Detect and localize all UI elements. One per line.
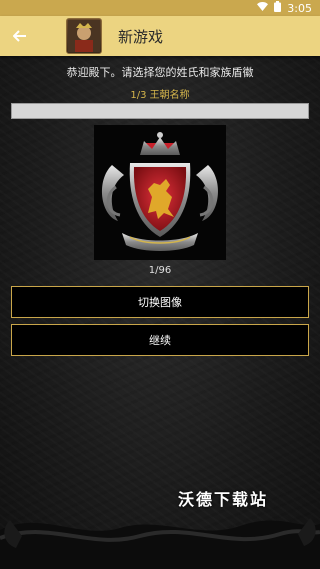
page-title: 新游戏	[118, 27, 164, 46]
battery-icon	[274, 1, 282, 15]
status-time: 3:05	[287, 1, 312, 15]
step-indicator: 1/3 王朝名称	[130, 90, 190, 101]
wifi-icon	[257, 2, 269, 14]
watermark-text: 沃德下载站	[178, 490, 269, 509]
dynasty-name-input[interactable]	[11, 103, 309, 119]
crest-image	[94, 125, 226, 260]
back-button[interactable]	[2, 16, 38, 56]
switch-image-button[interactable]: 切换图像	[11, 286, 309, 318]
app-bar: 新游戏	[0, 16, 320, 56]
status-bar: 3:05	[0, 0, 320, 16]
welcome-message: 恭迎殿下。请选择您的姓氏和家族盾徽	[66, 66, 254, 79]
decorative-banner	[0, 518, 320, 569]
app-icon	[66, 18, 102, 54]
back-arrow-icon	[12, 26, 27, 47]
continue-button[interactable]: 继续	[11, 324, 309, 356]
crest-counter: 1/96	[148, 265, 172, 276]
